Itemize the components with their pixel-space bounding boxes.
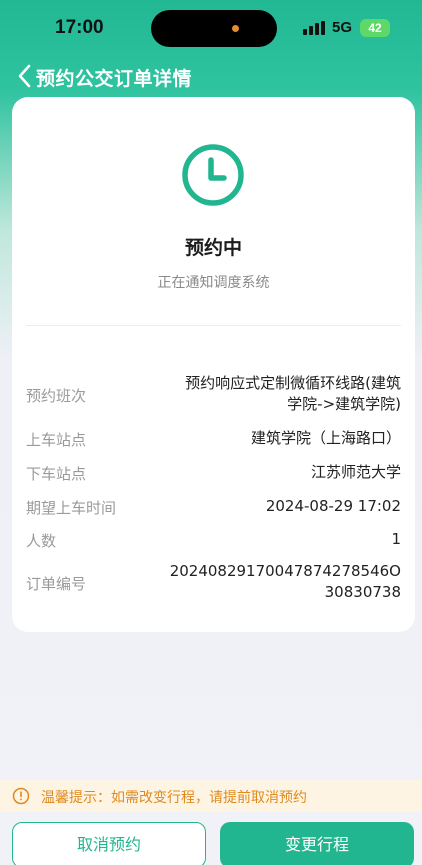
warm-tip-bar: 温馨提示：如需改变行程，请提前取消预约 bbox=[0, 780, 422, 812]
order-detail-card: 预约中 正在通知调度系统 预约班次 预约响应式定制微循环线路(建筑 学院->建筑… bbox=[12, 97, 415, 632]
status-time: 17:00 bbox=[55, 17, 104, 38]
alight-stop-value: 江苏师范大学 bbox=[310, 463, 401, 481]
order-number-line1: 20240829170047874278546O bbox=[169, 562, 401, 580]
boarding-time-value: 2024-08-29 17:02 bbox=[265, 497, 401, 515]
camera-indicator-dot bbox=[232, 25, 239, 32]
detail-row-order: 订单编号 20240829170047874278546O 30830738 bbox=[26, 561, 401, 605]
cancel-reservation-button[interactable]: 取消预约 bbox=[12, 822, 206, 865]
route-label: 预约班次 bbox=[26, 387, 87, 405]
route-value-line2: 学院->建筑学院) bbox=[287, 395, 401, 413]
signal-icon bbox=[303, 21, 325, 35]
divider bbox=[26, 325, 401, 326]
warm-tip-text: 温馨提示：如需改变行程，请提前取消预约 bbox=[41, 790, 307, 806]
battery-icon: 42 bbox=[360, 19, 390, 37]
order-number-line2: 30830738 bbox=[324, 583, 401, 601]
boarding-time-label: 期望上车时间 bbox=[26, 499, 117, 517]
order-status-title: 预约中 bbox=[184, 237, 242, 259]
route-value: 预约响应式定制微循环线路(建筑 学院->建筑学院) bbox=[185, 373, 401, 415]
page-title: 预约公交订单详情 bbox=[36, 68, 193, 90]
board-stop-label: 上车站点 bbox=[26, 431, 87, 449]
nav-header: 预约公交订单详情 bbox=[0, 58, 422, 94]
detail-row-time: 期望上车时间 2024-08-29 17:02 bbox=[26, 495, 401, 517]
order-number-value: 20240829170047874278546O 30830738 bbox=[170, 561, 401, 603]
network-type: 5G bbox=[332, 19, 353, 36]
change-trip-button[interactable]: 变更行程 bbox=[220, 822, 414, 865]
detail-row-board: 上车站点 建筑学院（上海路口） bbox=[26, 427, 401, 449]
dynamic-island bbox=[151, 10, 277, 47]
detail-row-alight: 下车站点 江苏师范大学 bbox=[26, 461, 401, 483]
detail-row-people: 人数 1 bbox=[26, 528, 401, 550]
detail-row-route: 预约班次 预约响应式定制微循环线路(建筑 学院->建筑学院) bbox=[26, 373, 401, 417]
clock-icon bbox=[181, 143, 245, 207]
order-status-subtitle: 正在通知调度系统 bbox=[157, 275, 270, 291]
status-bar: 17:00 5G 42 bbox=[0, 0, 422, 58]
people-count-label: 人数 bbox=[26, 532, 57, 550]
alight-stop-label: 下车站点 bbox=[26, 465, 87, 483]
people-count-value: 1 bbox=[391, 530, 401, 548]
route-value-line1: 预约响应式定制微循环线路(建筑 bbox=[185, 374, 401, 392]
info-icon bbox=[12, 787, 30, 805]
order-number-label: 订单编号 bbox=[26, 575, 87, 593]
back-arrow-icon[interactable] bbox=[14, 62, 36, 90]
board-stop-value: 建筑学院（上海路口） bbox=[250, 429, 401, 447]
